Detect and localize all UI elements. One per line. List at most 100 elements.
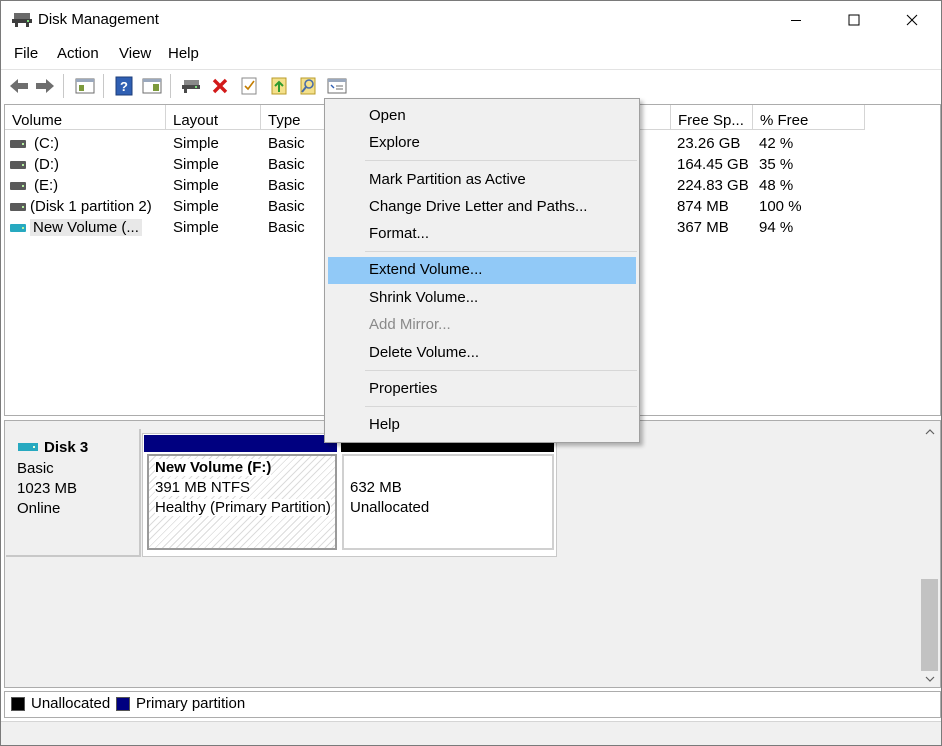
up-folder-button[interactable] <box>73 74 97 98</box>
open-button[interactable] <box>267 74 291 98</box>
volume-percent-free: 42 % <box>759 135 794 152</box>
disk-info-panel[interactable]: Disk 3 Basic 1023 MB Online <box>6 429 141 557</box>
volume-free-space: 367 MB <box>677 219 729 236</box>
volume-percent-free: 35 % <box>759 156 794 173</box>
context-menu-explore[interactable]: Explore <box>328 130 636 157</box>
delete-icon <box>212 78 228 94</box>
window-title: Disk Management <box>38 11 159 28</box>
context-menu-mark-active[interactable]: Mark Partition as Active <box>328 167 636 194</box>
drive-icon <box>182 80 200 93</box>
maximize-button[interactable] <box>825 1 883 39</box>
disk-graphical-view: Disk 3 Basic 1023 MB Online New Volume (… <box>4 420 941 688</box>
partition-unallocated[interactable]: 632 MB Unallocated <box>342 454 554 550</box>
volume-type: Basic <box>268 177 305 194</box>
forward-icon <box>36 79 54 93</box>
legend-primary-swatch <box>116 697 130 711</box>
context-menu-add-mirror: Add Mirror... <box>369 316 451 333</box>
menu-bar: File Action View Help <box>1 43 941 67</box>
minimize-button[interactable] <box>767 1 825 39</box>
context-menu-separator <box>365 370 637 371</box>
delete-button[interactable] <box>208 74 232 98</box>
volume-free-space: 23.26 GB <box>677 135 741 152</box>
context-menu-extend-volume[interactable]: Extend Volume... <box>328 257 636 284</box>
context-menu-open[interactable]: Open <box>328 103 636 130</box>
context-menu-change-drive-letter[interactable]: Change Drive Letter and Paths... <box>328 194 636 221</box>
volume-name: (E:) <box>34 177 59 194</box>
toolbar-separator <box>103 74 104 98</box>
context-menu-properties[interactable]: Properties <box>328 376 636 403</box>
column-header-percent-free[interactable]: % Free <box>753 105 865 130</box>
maximize-icon <box>848 14 860 26</box>
back-button[interactable] <box>7 74 31 98</box>
drive-icon <box>10 182 26 190</box>
properties-button[interactable] <box>237 74 261 98</box>
volume-layout: Simple <box>173 135 219 152</box>
forward-button[interactable] <box>33 74 57 98</box>
drive-icon <box>10 224 26 232</box>
show-hide-button[interactable] <box>140 74 164 98</box>
help-icon: ? <box>115 76 133 96</box>
primary-partition-bar <box>144 435 337 452</box>
context-menu-format[interactable]: Format... <box>328 221 636 248</box>
drive-icon <box>10 140 26 148</box>
context-menu-help[interactable]: Help <box>328 412 636 439</box>
legend: Unallocated Primary partition <box>4 691 941 718</box>
help-button[interactable]: ? <box>112 74 136 98</box>
column-header-free-space[interactable]: Free Sp... <box>671 105 753 130</box>
unallocated-status: Unallocated <box>350 499 430 516</box>
scroll-up-icon[interactable] <box>925 429 935 435</box>
menu-action[interactable]: Action <box>55 45 101 62</box>
menu-help[interactable]: Help <box>166 45 201 62</box>
explore-icon <box>300 77 316 95</box>
status-bar <box>1 721 941 745</box>
close-button[interactable] <box>883 1 941 39</box>
volume-free-space: 224.83 GB <box>677 177 749 194</box>
volume-type: Basic <box>268 198 305 215</box>
close-icon <box>906 14 918 26</box>
volume-layout: Simple <box>173 219 219 236</box>
explore-button[interactable] <box>296 74 320 98</box>
vertical-scrollbar[interactable] <box>921 421 940 687</box>
volume-name: New Volume (... <box>30 219 142 236</box>
show-hide-icon <box>142 78 162 94</box>
volume-layout: Simple <box>173 177 219 194</box>
volume-name: (D:) <box>34 156 59 173</box>
partition-name: New Volume (F:) <box>155 459 272 476</box>
svg-text:?: ? <box>120 79 128 94</box>
volume-percent-free: 100 % <box>759 198 802 215</box>
unallocated-size: 632 MB <box>350 479 402 496</box>
disk-size: 1023 MB <box>17 480 78 497</box>
partition-size-fs: 391 MB NTFS <box>155 479 251 496</box>
drive-icon <box>10 203 26 211</box>
context-menu-separator <box>365 160 637 161</box>
context-menu-delete-volume[interactable]: Delete Volume... <box>328 340 636 367</box>
disk-management-window: Disk Management File Action View Help ? <box>0 0 942 746</box>
scroll-down-icon[interactable] <box>925 676 935 682</box>
back-icon <box>10 79 28 93</box>
volume-type: Basic <box>268 156 305 173</box>
partition-status: Healthy (Primary Partition) <box>155 499 331 516</box>
up-folder-icon <box>75 78 95 94</box>
title-bar: Disk Management <box>1 1 941 39</box>
disk-icon <box>18 443 38 451</box>
context-menu-shrink-volume[interactable]: Shrink Volume... <box>328 285 636 312</box>
scrollbar-thumb[interactable] <box>921 579 938 671</box>
partition-new-volume[interactable]: New Volume (F:) 391 MB NTFS Healthy (Pri… <box>147 454 337 550</box>
open-icon <box>271 77 287 95</box>
toolbar: ? <box>1 69 941 101</box>
toolbar-separator <box>63 74 64 98</box>
legend-unallocated-label: Unallocated <box>31 695 111 712</box>
volume-percent-free: 94 % <box>759 219 794 236</box>
volume-free-space: 874 MB <box>677 198 729 215</box>
column-header-layout[interactable]: Layout <box>166 105 261 130</box>
menu-file[interactable]: File <box>12 45 40 62</box>
disk-status: Online <box>17 500 61 517</box>
menu-view[interactable]: View <box>117 45 153 62</box>
volume-layout: Simple <box>173 156 219 173</box>
settings-button[interactable] <box>325 74 349 98</box>
volume-name: (Disk 1 partition 2) <box>30 198 152 215</box>
properties-icon <box>241 77 257 95</box>
column-header-volume[interactable]: Volume <box>5 105 166 130</box>
toolbar-separator <box>170 74 171 98</box>
connect-drive-button[interactable] <box>179 74 203 98</box>
